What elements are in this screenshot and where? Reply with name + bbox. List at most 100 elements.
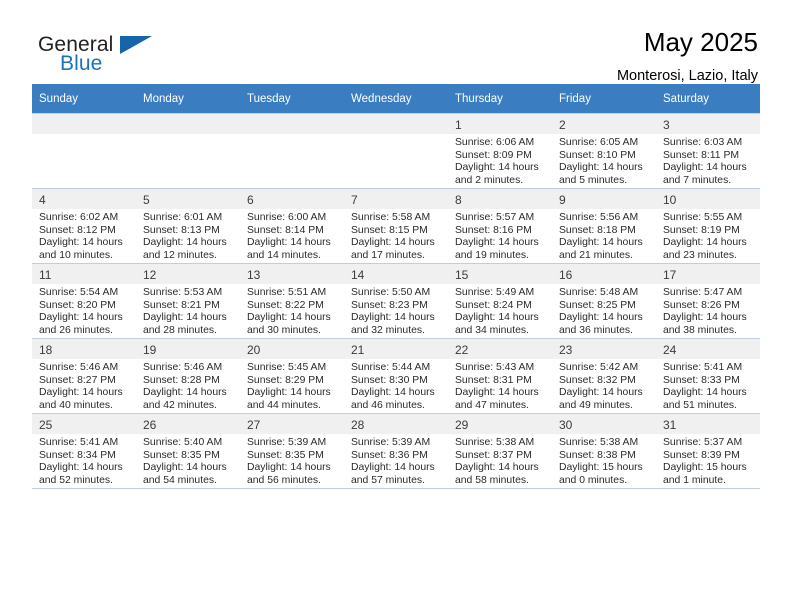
daylight-text-line2: and 36 minutes. (559, 324, 633, 336)
calendar-day-cell[interactable]: 5 Sunrise: 6:01 AM Sunset: 8:13 PM Daylight… (136, 188, 240, 264)
day-box: 15 Sunrise: 5:49 AM Sunset: 8:24 PM Dayligh… (448, 264, 552, 338)
day-box: 27 Sunrise: 5:39 AM Sunset: 8:35 PM Dayligh… (240, 414, 344, 488)
sunrise-text: Sunrise: 6:05 AM (559, 137, 639, 148)
calendar-day-cell[interactable]: 24 Sunrise: 5:41 AM Sunset: 8:33 PM Dayligh… (656, 338, 760, 414)
daylight-text-line2: and 5 minutes. (559, 174, 628, 186)
calendar-day-cell[interactable]: 21 Sunrise: 5:44 AM Sunset: 8:30 PM Dayligh… (344, 338, 448, 414)
daylight-text-line1: Daylight: 14 hours (39, 237, 123, 249)
day-details: Sunrise: 5:41 AM Sunset: 8:34 PM Daylight:… (32, 434, 136, 487)
daylight-text-line2: and 44 minutes. (247, 399, 321, 411)
calendar-day-cell[interactable]: 3 Sunrise: 6:03 AM Sunset: 8:11 PM Daylight… (656, 113, 760, 189)
calendar-day-cell[interactable]: 1 Sunrise: 6:06 AM Sunset: 8:09 PM Daylight… (448, 113, 552, 189)
calendar-day-cell[interactable]: 25 Sunrise: 5:41 AM Sunset: 8:34 PM Dayligh… (32, 413, 136, 489)
calendar-day-cell[interactable]: 6 Sunrise: 6:00 AM Sunset: 8:14 PM Daylight… (240, 188, 344, 264)
day-number-band: 10 (656, 189, 760, 209)
calendar-day-cell[interactable]: 7 Sunrise: 5:58 AM Sunset: 8:15 PM Daylight… (344, 188, 448, 264)
day-box: 16 Sunrise: 5:48 AM Sunset: 8:25 PM Dayligh… (552, 264, 656, 338)
calendar-day-cell[interactable]: 13 Sunrise: 5:51 AM Sunset: 8:22 PM Dayligh… (240, 263, 344, 339)
day-number: 5 (143, 193, 150, 207)
daylight-text-line2: and 40 minutes. (39, 399, 113, 411)
day-details: Sunrise: 6:05 AM Sunset: 8:10 PM Daylight:… (552, 134, 656, 187)
sunset-text: Sunset: 8:10 PM (559, 149, 636, 161)
day-box: 3 Sunrise: 6:03 AM Sunset: 8:11 PM Daylight… (656, 114, 760, 188)
day-details: Sunrise: 5:42 AM Sunset: 8:32 PM Daylight:… (552, 359, 656, 412)
daylight-text-line1: Daylight: 14 hours (351, 462, 435, 474)
calendar-day-cell[interactable]: 27 Sunrise: 5:39 AM Sunset: 8:35 PM Dayligh… (240, 413, 344, 489)
calendar-day-cell[interactable]: 16 Sunrise: 5:48 AM Sunset: 8:25 PM Dayligh… (552, 263, 656, 339)
calendar-cell-empty (32, 113, 136, 189)
day-details: Sunrise: 5:40 AM Sunset: 8:35 PM Daylight:… (136, 434, 240, 487)
calendar-day-cell[interactable]: 20 Sunrise: 5:45 AM Sunset: 8:29 PM Dayligh… (240, 338, 344, 414)
day-details: Sunrise: 5:53 AM Sunset: 8:21 PM Daylight:… (136, 284, 240, 337)
day-box: 6 Sunrise: 6:00 AM Sunset: 8:14 PM Daylight… (240, 189, 344, 263)
day-number: 6 (247, 193, 254, 207)
calendar-day-cell[interactable]: 28 Sunrise: 5:39 AM Sunset: 8:36 PM Dayligh… (344, 413, 448, 489)
sunset-text: Sunset: 8:22 PM (247, 299, 324, 311)
calendar-day-cell[interactable]: 14 Sunrise: 5:50 AM Sunset: 8:23 PM Dayligh… (344, 263, 448, 339)
calendar-day-cell[interactable]: 9 Sunrise: 5:56 AM Sunset: 8:18 PM Daylight… (552, 188, 656, 264)
daylight-text-line2: and 32 minutes. (351, 324, 425, 336)
daylight-text-line2: and 10 minutes. (39, 249, 113, 261)
day-number: 11 (39, 268, 52, 282)
sunrise-text: Sunrise: 5:42 AM (559, 362, 639, 373)
daylight-text-line1: Daylight: 14 hours (455, 462, 539, 474)
calendar-day-cell[interactable]: 2 Sunrise: 6:05 AM Sunset: 8:10 PM Daylight… (552, 113, 656, 189)
calendar-day-cell[interactable]: 26 Sunrise: 5:40 AM Sunset: 8:35 PM Dayligh… (136, 413, 240, 489)
calendar-day-cell[interactable]: 18 Sunrise: 5:46 AM Sunset: 8:27 PM Dayligh… (32, 338, 136, 414)
day-box: 22 Sunrise: 5:43 AM Sunset: 8:31 PM Dayligh… (448, 339, 552, 413)
calendar-day-cell[interactable]: 8 Sunrise: 5:57 AM Sunset: 8:16 PM Daylight… (448, 188, 552, 264)
calendar-day-cell[interactable]: 15 Sunrise: 5:49 AM Sunset: 8:24 PM Dayligh… (448, 263, 552, 339)
daylight-text-line2: and 12 minutes. (143, 249, 217, 261)
day-number-band: 4 (32, 189, 136, 209)
calendar-day-cell[interactable]: 11 Sunrise: 5:54 AM Sunset: 8:20 PM Dayligh… (32, 263, 136, 339)
day-number: 4 (39, 193, 46, 207)
daylight-text-line2: and 57 minutes. (351, 474, 425, 486)
sunrise-text: Sunrise: 5:46 AM (39, 362, 119, 373)
sunrise-text: Sunrise: 5:38 AM (559, 437, 639, 448)
sunrise-text: Sunrise: 5:58 AM (351, 212, 431, 223)
calendar-day-cell[interactable]: 31 Sunrise: 5:37 AM Sunset: 8:39 PM Dayligh… (656, 413, 760, 489)
sunset-text: Sunset: 8:20 PM (39, 299, 116, 311)
day-number-band: 15 (448, 264, 552, 284)
calendar-day-cell[interactable]: 22 Sunrise: 5:43 AM Sunset: 8:31 PM Dayligh… (448, 338, 552, 414)
daylight-text-line1: Daylight: 14 hours (455, 162, 539, 174)
calendar-day-cell[interactable]: 29 Sunrise: 5:38 AM Sunset: 8:37 PM Dayligh… (448, 413, 552, 489)
general-blue-logo[interactable]: General Blue (32, 28, 167, 80)
day-number: 13 (247, 268, 261, 282)
day-number: 21 (351, 343, 365, 357)
sunset-text: Sunset: 8:32 PM (559, 374, 636, 386)
calendar-week-row: 4 Sunrise: 6:02 AM Sunset: 8:12 PM Daylight… (32, 188, 760, 264)
day-number-band: 13 (240, 264, 344, 284)
daylight-text-line1: Daylight: 14 hours (455, 387, 539, 399)
daylight-text-line2: and 34 minutes. (455, 324, 529, 336)
daylight-text-line1: Daylight: 14 hours (247, 387, 331, 399)
day-box: 1 Sunrise: 6:06 AM Sunset: 8:09 PM Daylight… (448, 114, 552, 188)
calendar-day-cell[interactable]: 23 Sunrise: 5:42 AM Sunset: 8:32 PM Dayligh… (552, 338, 656, 414)
daylight-text-line1: Daylight: 14 hours (39, 312, 123, 324)
sunset-text: Sunset: 8:12 PM (39, 224, 116, 236)
day-box: 21 Sunrise: 5:44 AM Sunset: 8:30 PM Dayligh… (344, 339, 448, 413)
day-details: Sunrise: 5:39 AM Sunset: 8:35 PM Daylight:… (240, 434, 344, 487)
calendar-week-row: 25 Sunrise: 5:41 AM Sunset: 8:34 PM Dayligh… (32, 413, 760, 489)
sunset-text: Sunset: 8:11 PM (663, 149, 740, 161)
daylight-text-line1: Daylight: 14 hours (247, 237, 331, 249)
daylight-text-line2: and 17 minutes. (351, 249, 425, 261)
daylight-text-line1: Daylight: 14 hours (143, 312, 227, 324)
day-box: 7 Sunrise: 5:58 AM Sunset: 8:15 PM Daylight… (344, 189, 448, 263)
sunrise-text: Sunrise: 5:56 AM (559, 212, 639, 223)
day-number: 23 (559, 343, 573, 357)
day-details: Sunrise: 5:56 AM Sunset: 8:18 PM Daylight:… (552, 209, 656, 262)
day-number-band (344, 114, 448, 134)
calendar-day-cell[interactable]: 4 Sunrise: 6:02 AM Sunset: 8:12 PM Daylight… (32, 188, 136, 264)
calendar-day-cell[interactable]: 12 Sunrise: 5:53 AM Sunset: 8:21 PM Dayligh… (136, 263, 240, 339)
daylight-text-line2: and 51 minutes. (663, 399, 737, 411)
calendar-table: Sunday Monday Tuesday Wednesday Thursday… (32, 84, 760, 489)
sunset-text: Sunset: 8:28 PM (143, 374, 220, 386)
calendar-day-cell[interactable]: 19 Sunrise: 5:46 AM Sunset: 8:28 PM Dayligh… (136, 338, 240, 414)
calendar-day-cell[interactable]: 17 Sunrise: 5:47 AM Sunset: 8:26 PM Dayligh… (656, 263, 760, 339)
calendar-day-cell[interactable]: 30 Sunrise: 5:38 AM Sunset: 8:38 PM Dayligh… (552, 413, 656, 489)
day-box: 26 Sunrise: 5:40 AM Sunset: 8:35 PM Dayligh… (136, 414, 240, 488)
day-number: 22 (455, 343, 469, 357)
calendar-body: 1 Sunrise: 6:06 AM Sunset: 8:09 PM Daylight… (32, 113, 760, 489)
calendar-day-cell[interactable]: 10 Sunrise: 5:55 AM Sunset: 8:19 PM Dayligh… (656, 188, 760, 264)
